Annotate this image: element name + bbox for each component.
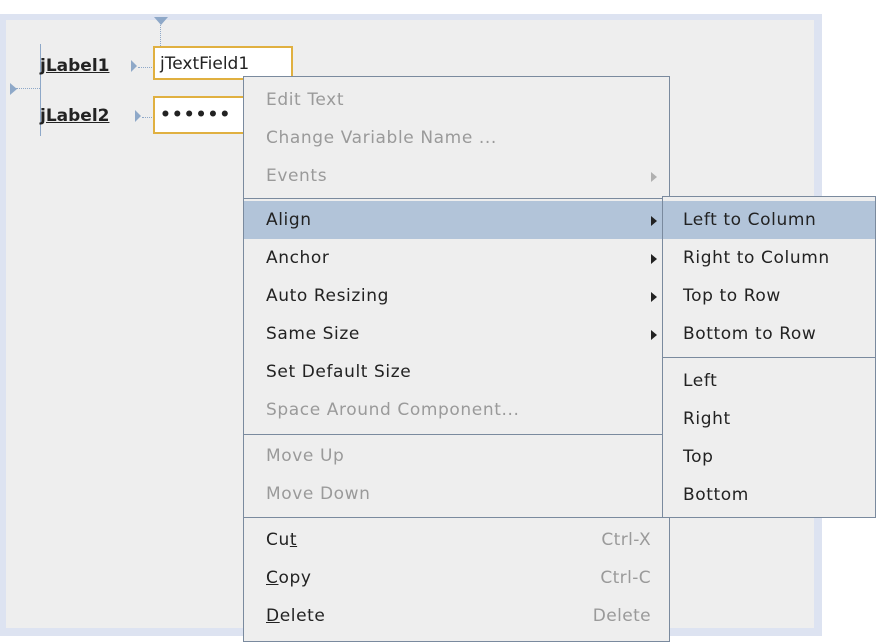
- jlabel2[interactable]: jLabel2: [40, 106, 110, 126]
- menu-item-delete[interactable]: Delete Delete: [244, 597, 669, 635]
- menu-item-events[interactable]: Events: [244, 157, 669, 195]
- submenu-item-left[interactable]: Left: [663, 362, 875, 400]
- row-guide-line: [16, 88, 40, 89]
- shortcut-delete: Delete: [592, 606, 651, 626]
- menu-item-edit-text[interactable]: Edit Text: [244, 81, 669, 119]
- shortcut-copy: Ctrl-C: [600, 568, 651, 588]
- menu-item-copy[interactable]: Copy Ctrl-C: [244, 559, 669, 597]
- submenu-arrow-icon: [651, 330, 657, 340]
- jlabel1[interactable]: jLabel1: [40, 56, 110, 76]
- menu-item-move-up[interactable]: Move Up: [244, 437, 669, 475]
- submenu-item-right[interactable]: Right: [663, 400, 875, 438]
- left-anchor-icon: [10, 83, 17, 95]
- submenu-arrow-icon: [651, 172, 657, 182]
- label2-anchor-icon: [135, 110, 141, 122]
- menu-item-anchor[interactable]: Anchor: [244, 239, 669, 277]
- menu-item-auto-resizing[interactable]: Auto Resizing: [244, 277, 669, 315]
- submenu-item-top[interactable]: Top: [663, 438, 875, 476]
- menu-separator: [244, 198, 669, 199]
- menu-separator: [663, 357, 875, 358]
- label1-anchor-icon: [131, 60, 137, 72]
- menu-separator: [244, 434, 669, 435]
- menu-item-move-down[interactable]: Move Down: [244, 475, 669, 513]
- textfield-text: jTextField1: [160, 54, 250, 74]
- submenu-arrow-icon: [651, 254, 657, 264]
- context-menu: Edit Text Change Variable Name ... Event…: [243, 76, 670, 642]
- password-dots: ••••••: [160, 105, 232, 125]
- submenu-item-left-to-column[interactable]: Left to Column: [663, 201, 875, 239]
- align-submenu: Left to Column Right to Column Top to Ro…: [662, 196, 876, 518]
- jtextfield1[interactable]: jTextField1: [153, 46, 293, 80]
- submenu-item-bottom[interactable]: Bottom: [663, 476, 875, 514]
- submenu-arrow-icon: [651, 292, 657, 302]
- menu-item-space-around-component[interactable]: Space Around Component...: [244, 391, 669, 429]
- label1-connector: [138, 67, 154, 68]
- menu-item-set-default-size[interactable]: Set Default Size: [244, 353, 669, 391]
- menu-item-same-size[interactable]: Same Size: [244, 315, 669, 353]
- menu-separator: [244, 517, 669, 518]
- menu-item-align[interactable]: Align: [244, 201, 669, 239]
- top-anchor-icon: [154, 17, 168, 25]
- submenu-item-bottom-to-row[interactable]: Bottom to Row: [663, 315, 875, 353]
- submenu-arrow-icon: [651, 216, 657, 226]
- submenu-item-right-to-column[interactable]: Right to Column: [663, 239, 875, 277]
- menu-item-cut[interactable]: Cut Ctrl-X: [244, 521, 669, 559]
- shortcut-cut: Ctrl-X: [601, 530, 651, 550]
- submenu-item-top-to-row[interactable]: Top to Row: [663, 277, 875, 315]
- menu-item-change-variable-name[interactable]: Change Variable Name ...: [244, 119, 669, 157]
